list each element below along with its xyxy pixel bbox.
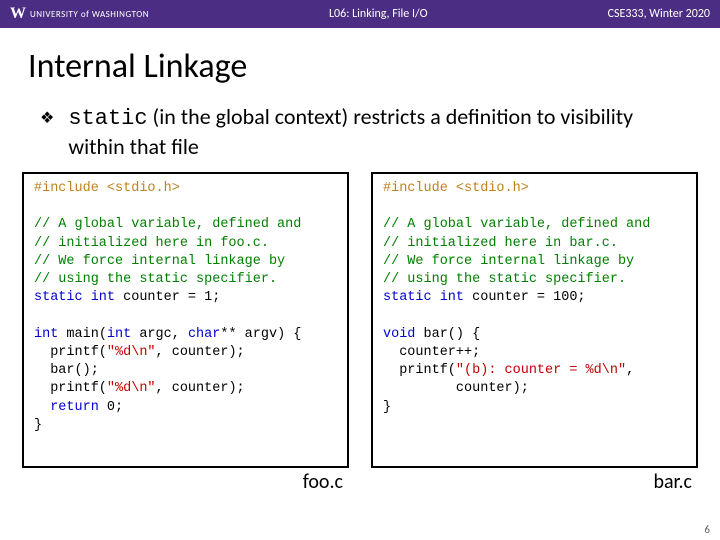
code-left: #include <stdio.h> // A global variable,… <box>22 172 349 468</box>
page-title: Internal Linkage <box>0 28 720 95</box>
code-right: #include <stdio.h> // A global variable,… <box>371 172 698 468</box>
code-panels: #include <stdio.h> // A global variable,… <box>0 172 720 468</box>
static-keyword: static <box>68 106 147 131</box>
body-paragraph: ❖ static (in the global context) restric… <box>0 95 720 172</box>
lecture-title: L06: Linking, File I/O <box>149 7 608 21</box>
body-line: static (in the global context) restricts… <box>68 103 680 160</box>
filename-left: foo.c <box>22 470 349 494</box>
institution-name: UNIVERSITY of WASHINGTON <box>30 9 149 20</box>
uw-logo: W UNIVERSITY of WASHINGTON <box>10 5 149 23</box>
course-info: CSE333, Winter 2020 <box>608 7 710 21</box>
body-rest: (in the global context) restricts a defi… <box>68 103 633 160</box>
file-labels: foo.c bar.c <box>0 468 720 494</box>
page-number: 6 <box>704 523 710 536</box>
header-bar: W UNIVERSITY of WASHINGTON L06: Linking,… <box>0 0 720 28</box>
bullet-icon: ❖ <box>40 109 54 129</box>
w-mark-icon: W <box>10 5 26 23</box>
filename-right: bar.c <box>371 470 698 494</box>
